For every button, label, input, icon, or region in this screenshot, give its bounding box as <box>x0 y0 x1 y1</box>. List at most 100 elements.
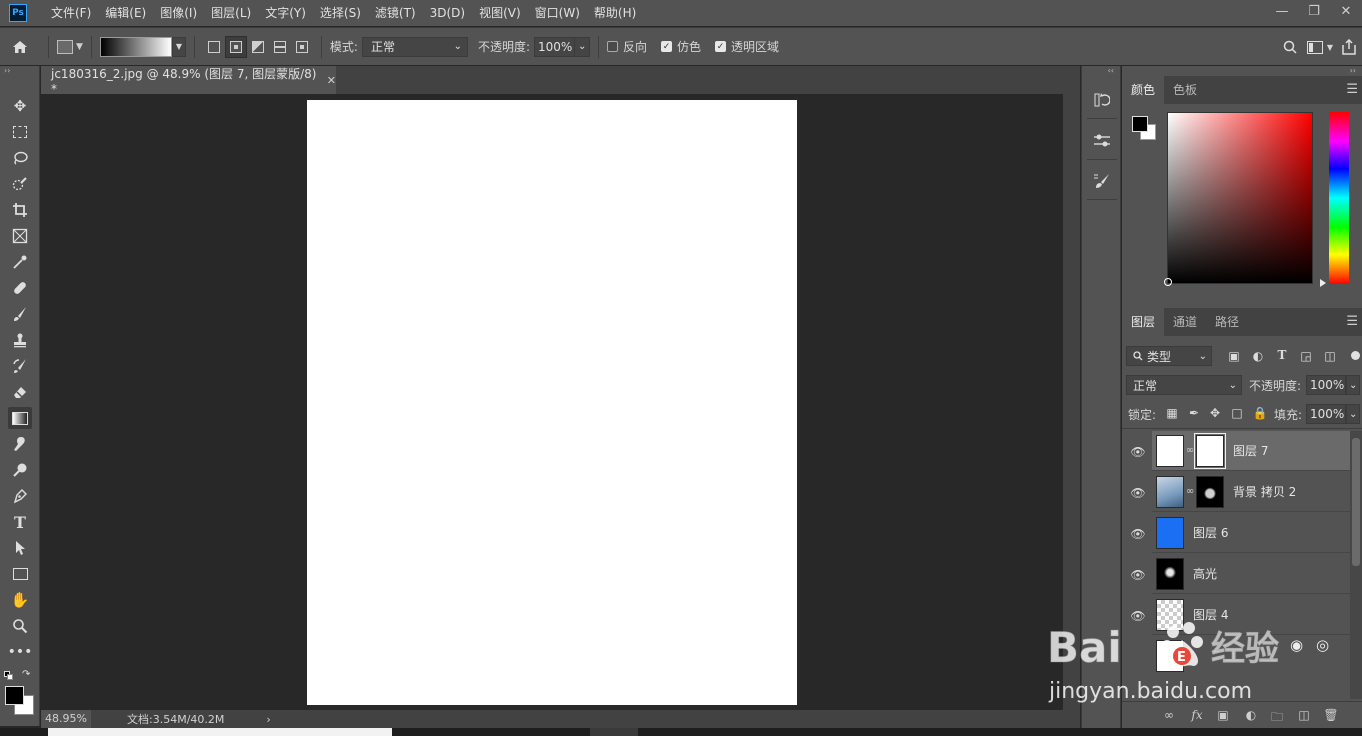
layer-mask-thumbnail[interactable] <box>1196 475 1224 508</box>
color-picker-handle[interactable] <box>1164 278 1172 286</box>
lock-artboard-icon[interactable]: □ <box>1229 406 1245 420</box>
pixel-filter-icon[interactable]: ▣ <box>1226 349 1242 363</box>
new-layer-icon[interactable]: ◫ <box>1295 708 1313 722</box>
foreground-color-swatch[interactable] <box>5 686 24 705</box>
reverse-checkbox[interactable] <box>607 41 619 52</box>
panel-menu-icon[interactable]: ☰ <box>1346 82 1358 97</box>
default-colors-icon[interactable] <box>4 671 14 681</box>
close-icon[interactable]: ✕ <box>1330 0 1362 22</box>
new-group-icon[interactable]: 🗀 <box>1268 708 1286 729</box>
more-tools-icon[interactable]: ••• <box>8 641 33 663</box>
brush-settings-panel-icon[interactable] <box>1091 170 1113 192</box>
diamond-gradient-button[interactable] <box>291 36 313 58</box>
search-icon[interactable] <box>1276 40 1304 54</box>
blur-tool-icon[interactable] <box>8 433 32 455</box>
mask-link-icon[interactable]: ∞ <box>1184 486 1196 497</box>
zoom-level[interactable]: 48.95% <box>41 710 91 728</box>
dither-checkbox[interactable]: ✓ <box>661 41 673 52</box>
linear-gradient-button[interactable] <box>203 36 225 58</box>
gradient-preview[interactable] <box>99 36 172 57</box>
layer-filter-select[interactable]: 类型 ⌄ <box>1126 346 1212 366</box>
tab-color[interactable]: 颜色 <box>1122 76 1165 104</box>
dodge-tool-icon[interactable] <box>8 459 32 481</box>
chevron-down-icon[interactable]: ▼ <box>171 36 186 57</box>
move-tool-icon[interactable]: ✥ <box>8 95 32 117</box>
layer-row[interactable]: ∞ 背景 拷贝 2 <box>1152 472 1350 512</box>
menu-image[interactable]: 图像(I) <box>153 0 204 26</box>
layer-opacity-input[interactable]: 100% <box>1306 375 1346 395</box>
rectangle-tool-icon[interactable] <box>8 563 32 585</box>
lasso-tool-icon[interactable] <box>8 147 32 169</box>
expand-panels-icon[interactable]: ›› <box>1350 66 1356 75</box>
stamp-tool-icon[interactable] <box>8 329 32 351</box>
tab-swatches[interactable]: 色板 <box>1164 76 1206 104</box>
collapse-panels-icon[interactable]: ‹‹ <box>1108 66 1114 75</box>
menu-help[interactable]: 帮助(H) <box>587 0 643 26</box>
adjustment-layer-icon[interactable]: ◐ <box>1242 708 1260 722</box>
layer-row[interactable]: 高光 <box>1152 554 1350 594</box>
reflected-gradient-button[interactable] <box>269 36 291 58</box>
visibility-eye-icon[interactable]: 👁 <box>1130 527 1146 541</box>
close-tab-icon[interactable]: ✕ <box>327 74 336 87</box>
visibility-eye-icon[interactable]: 👁 <box>1130 445 1146 459</box>
type-filter-icon[interactable]: T <box>1274 348 1290 362</box>
tab-channels[interactable]: 通道 <box>1164 308 1206 336</box>
transparency-option[interactable]: ✓ 透明区域 <box>715 38 779 55</box>
path-select-tool-icon[interactable] <box>8 537 32 559</box>
lock-all-icon[interactable]: 🔒 <box>1252 406 1268 420</box>
opacity-input[interactable]: 100% <box>534 36 575 57</box>
menu-type[interactable]: 文字(Y) <box>258 0 313 26</box>
visibility-eye-icon[interactable]: 👁 <box>1130 568 1146 582</box>
mode-select[interactable]: 正常 ⌄ <box>361 36 468 57</box>
crop-tool-icon[interactable] <box>8 199 32 221</box>
color-spectrum-field[interactable] <box>1167 112 1313 284</box>
pen-tool-icon[interactable] <box>8 485 32 507</box>
lock-transparent-icon[interactable]: ▦ <box>1164 406 1180 420</box>
menu-filter[interactable]: 滤镜(T) <box>368 0 423 26</box>
tool-preset-picker[interactable]: ▼ <box>57 39 83 54</box>
panel-menu-icon[interactable]: ☰ <box>1346 314 1358 329</box>
menu-edit[interactable]: 编辑(E) <box>98 0 153 26</box>
reverse-option[interactable]: 反向 <box>607 38 647 55</box>
gradient-tool-icon[interactable] <box>8 407 32 429</box>
layer-mask-thumbnail[interactable] <box>1194 432 1226 469</box>
foreground-color-swatch[interactable] <box>1132 116 1148 132</box>
menu-window[interactable]: 窗口(W) <box>528 0 587 26</box>
marquee-tool-icon[interactable] <box>8 121 32 143</box>
dither-option[interactable]: ✓ 仿色 <box>661 38 701 55</box>
chevron-right-icon[interactable]: › <box>266 713 270 726</box>
swap-colors-icon[interactable]: ↷ <box>22 669 30 680</box>
gradient-picker[interactable]: ▼ <box>99 36 186 57</box>
fill-input[interactable]: 100% <box>1306 404 1346 424</box>
shape-filter-icon[interactable]: ◲ <box>1298 349 1314 363</box>
document-canvas[interactable] <box>307 100 797 705</box>
eyedropper-tool-icon[interactable] <box>8 251 32 273</box>
hand-tool-icon[interactable]: ✋ <box>8 589 32 611</box>
link-layers-icon[interactable]: ∞ <box>1160 708 1178 722</box>
zoom-tool-icon[interactable] <box>8 615 32 637</box>
lock-image-icon[interactable]: ✒ <box>1186 406 1202 420</box>
menu-select[interactable]: 选择(S) <box>313 0 368 26</box>
minimize-icon[interactable]: — <box>1266 0 1298 22</box>
visibility-eye-icon[interactable]: 👁 <box>1130 486 1146 500</box>
layers-scrollbar-thumb[interactable] <box>1352 438 1360 566</box>
filter-toggle-icon[interactable] <box>1351 351 1360 360</box>
adjustment-filter-icon[interactable]: ◐ <box>1250 349 1266 363</box>
radial-gradient-button[interactable] <box>224 35 247 58</box>
collapse-tools-icon[interactable]: ›› <box>4 66 10 75</box>
eraser-tool-icon[interactable] <box>8 381 32 403</box>
delete-layer-icon[interactable]: 🗑 <box>1322 708 1340 722</box>
layer-row[interactable]: ∞ 图层 7 <box>1152 431 1350 471</box>
angle-gradient-button[interactable] <box>247 36 269 58</box>
transparency-checkbox[interactable]: ✓ <box>715 41 727 52</box>
mask-link-icon[interactable]: ∞ <box>1184 445 1196 456</box>
blend-mode-select[interactable]: 正常 ⌄ <box>1126 375 1242 395</box>
brush-tool-icon[interactable] <box>8 303 32 325</box>
menu-layer[interactable]: 图层(L) <box>204 0 258 26</box>
history-panel-icon[interactable] <box>1091 89 1113 111</box>
layer-opacity-dropdown[interactable]: ⌄ <box>1346 375 1360 395</box>
opacity-dropdown[interactable]: ⌄ <box>574 36 591 57</box>
home-icon[interactable] <box>0 40 40 54</box>
fx-icon[interactable]: fx <box>1188 708 1206 722</box>
add-mask-icon[interactable]: ▣ <box>1214 708 1232 722</box>
